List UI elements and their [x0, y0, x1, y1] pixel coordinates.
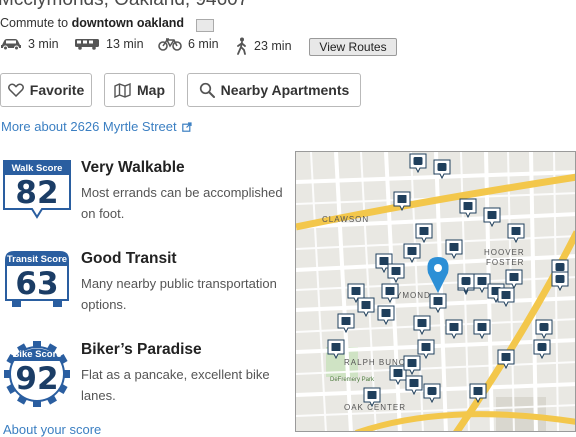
bike-score-badge-label: Bike Score [12, 349, 62, 360]
walk-score-row: Walk Score 82 Very Walkable Most errands… [2, 159, 292, 239]
walk-score-badge-label: Walk Score [11, 163, 63, 174]
walk-icon [237, 37, 246, 55]
car-time: 3 min [28, 37, 59, 51]
car-icon [1, 39, 21, 50]
commute-destination: downtown oakland [71, 16, 185, 30]
transit-score-description: Many nearby public transportation option… [81, 276, 277, 312]
walk-score-description: Most errands can be accomplished on foot… [81, 185, 283, 221]
external-link-icon [181, 121, 192, 132]
map-label-ymond: YMOND [396, 291, 431, 300]
map-label: Map [137, 82, 165, 98]
transit-score-title: Good Transit [81, 250, 177, 267]
bus-icon [75, 39, 99, 50]
map-label-foster: FOSTER [486, 258, 524, 267]
transit-score-badge[interactable]: Transit Score 63 [2, 250, 72, 314]
more-about-label: More about 2626 Myrtle Street [1, 119, 177, 134]
bike-score-value: 92 [15, 361, 59, 397]
bike-score-row: Bike Score 92 Biker’s Paradise Flat as a… [2, 341, 292, 421]
walk-score-badge[interactable]: Walk Score 82 [2, 159, 72, 223]
search-icon [199, 82, 215, 98]
transit-score-badge-label: Transit Score [6, 254, 68, 265]
nearby-apartments-label: Nearby Apartments [220, 82, 350, 98]
heart-icon [7, 83, 24, 97]
bike-score-title: Biker’s Paradise [81, 341, 202, 358]
walk-time: 23 min [254, 39, 292, 53]
transit-score-row: Transit Score 63 Good Transit Many nearb… [2, 250, 292, 330]
map-canvas: CLAWSON HOOVER FOSTER YMOND RALPH BUNCHE… [296, 152, 575, 431]
commute-mode-car: 3 min [0, 37, 59, 51]
address-title: Mcclymonds, Oakland, 94607 [0, 0, 248, 11]
commute-mode-bus: 13 min [74, 37, 144, 51]
bike-time: 6 min [188, 37, 219, 51]
walk-score-title: Very Walkable [81, 159, 185, 176]
commute-prefix: Commute to [0, 16, 69, 30]
more-about-link[interactable]: More about 2626 Myrtle Street [1, 119, 192, 134]
bike-icon [158, 38, 182, 51]
map-label-defremery: DeFremery Park [330, 377, 375, 383]
walk-score-value: 82 [15, 175, 59, 211]
map-label-oak-center: OAK CENTER [344, 403, 406, 412]
map-label-clawson: CLAWSON [322, 215, 369, 224]
favorite-label: Favorite [29, 82, 85, 98]
view-routes-button[interactable]: View Routes [309, 38, 397, 56]
commute-edit-box[interactable] [196, 19, 214, 32]
bike-score-description: Flat as a pancake, excellent bike lanes. [81, 367, 270, 403]
transit-score-value: 63 [15, 266, 59, 302]
bus-time: 13 min [106, 37, 144, 51]
nearby-apartments-button[interactable]: Nearby Apartments [187, 73, 361, 107]
neighborhood-map[interactable]: CLAWSON HOOVER FOSTER YMOND RALPH BUNCHE… [295, 151, 576, 432]
bike-score-badge[interactable]: Bike Score 92 [2, 341, 72, 407]
commute-line: Commute to downtown oakland [0, 16, 184, 30]
favorite-button[interactable]: Favorite [0, 73, 92, 107]
map-icon [114, 82, 131, 98]
map-label-hoover: HOOVER [484, 248, 525, 257]
about-your-score-link[interactable]: About your score [3, 422, 101, 437]
commute-mode-bike: 6 min [158, 37, 219, 51]
map-button[interactable]: Map [104, 73, 175, 107]
commute-mode-walk: 23 min [236, 37, 292, 55]
